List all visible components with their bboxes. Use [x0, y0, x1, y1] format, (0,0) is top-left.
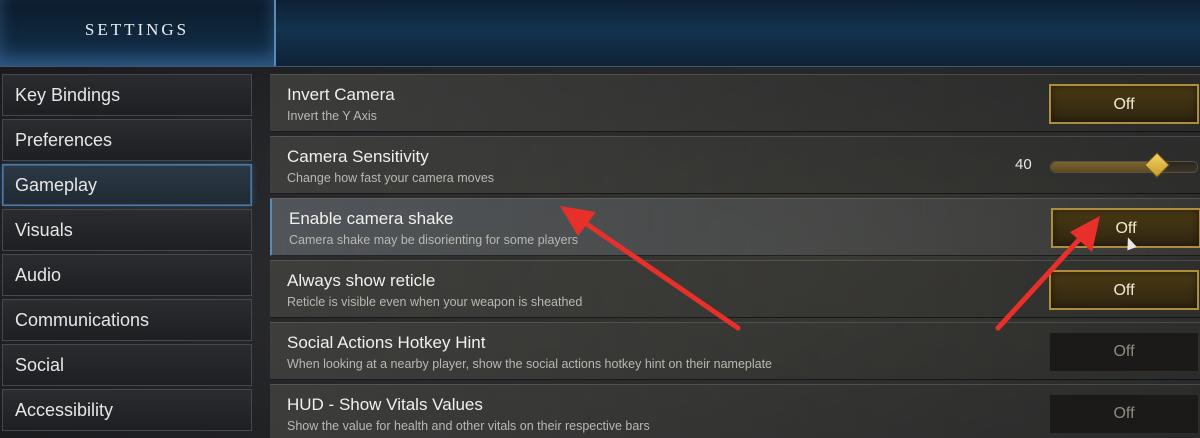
sidebar-item-accessibility[interactable]: Accessibility	[2, 389, 252, 431]
setting-row-hud-vitals: HUD - Show Vitals Values Show the value …	[270, 384, 1200, 438]
sidebar-item-audio[interactable]: Audio	[2, 254, 252, 296]
setting-title: Social Actions Hotkey Hint	[287, 333, 486, 352]
setting-title: Invert Camera	[287, 85, 395, 104]
page-title: SETTINGS	[84, 20, 190, 39]
sidebar-item-preferences[interactable]: Preferences	[2, 119, 252, 161]
hud-vitals-toggle[interactable]: Off	[1049, 394, 1199, 434]
setting-title: Enable camera shake	[289, 209, 454, 228]
sidebar-item-key-bindings[interactable]: Key Bindings	[2, 74, 252, 116]
settings-title-tab: SETTINGS	[0, 0, 276, 66]
slider-handle[interactable]	[1144, 152, 1170, 178]
setting-title: HUD - Show Vitals Values	[287, 395, 483, 414]
setting-row-invert-camera: Invert Camera Invert the Y Axis Off	[270, 74, 1200, 132]
setting-description: Change how fast your camera moves	[287, 171, 495, 185]
setting-row-camera-sensitivity: Camera Sensitivity Change how fast your …	[270, 136, 1200, 194]
settings-sidebar: Key Bindings Preferences Gameplay Visual…	[0, 74, 256, 438]
setting-row-social-hotkey-hint: Social Actions Hotkey Hint When looking …	[270, 322, 1200, 380]
setting-title: Camera Sensitivity	[287, 147, 429, 166]
sidebar-item-gameplay[interactable]: Gameplay	[2, 164, 252, 206]
sidebar-item-communications[interactable]: Communications	[2, 299, 252, 341]
sidebar-item-visuals[interactable]: Visuals	[2, 209, 252, 251]
slider-fill	[1051, 162, 1157, 172]
settings-screen: SETTINGS Key Bindings Preferences Gamepl…	[0, 0, 1200, 438]
setting-row-always-show-reticle: Always show reticle Reticle is visible e…	[270, 260, 1200, 318]
setting-description: When looking at a nearby player, show th…	[287, 357, 773, 371]
always-show-reticle-toggle[interactable]: Off	[1049, 270, 1199, 310]
sidebar-item-social[interactable]: Social	[2, 344, 252, 386]
invert-camera-toggle[interactable]: Off	[1049, 84, 1199, 124]
sensitivity-value: 40	[1015, 156, 1032, 173]
setting-description: Show the value for health and other vita…	[287, 419, 650, 433]
social-hotkey-hint-toggle[interactable]: Off	[1049, 332, 1199, 372]
setting-title: Always show reticle	[287, 271, 436, 290]
setting-row-camera-shake: Enable camera shake Camera shake may be …	[270, 198, 1200, 256]
setting-description: Invert the Y Axis	[287, 109, 377, 123]
setting-description: Reticle is visible even when your weapon…	[287, 295, 583, 309]
sensitivity-slider[interactable]	[1050, 152, 1198, 178]
setting-description: Camera shake may be disorienting for som…	[289, 233, 579, 247]
